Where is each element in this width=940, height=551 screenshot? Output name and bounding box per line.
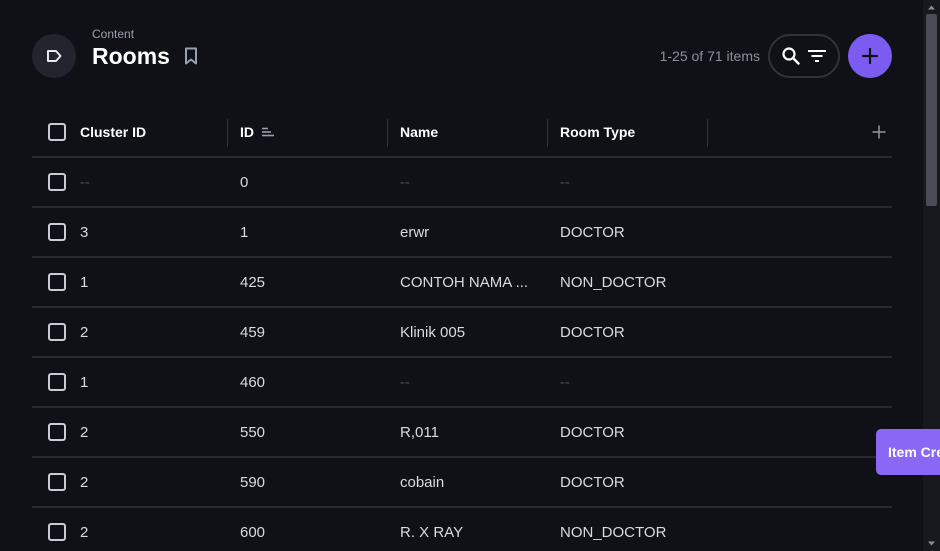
cell-id: 550 <box>240 423 266 441</box>
column-header-id[interactable]: ID <box>240 108 276 156</box>
cell-cluster-id: 2 <box>80 523 89 541</box>
column-resize-handle[interactable] <box>227 119 228 147</box>
row-select-cell <box>48 258 66 306</box>
cell-room-type: NON_DOCTOR <box>560 273 667 291</box>
column-header-cluster-id[interactable]: Cluster ID <box>80 108 146 156</box>
table-row[interactable]: 2 459 Klinik 005 DOCTOR <box>32 308 892 358</box>
row-select-cell <box>48 308 66 356</box>
search-icon <box>782 47 800 65</box>
header: Content Rooms 1-25 of 71 items <box>32 26 892 78</box>
column-header-room-type[interactable]: Room Type <box>560 108 635 156</box>
table-row[interactable]: 3 1 erwr DOCTOR <box>32 208 892 258</box>
cell-id: 459 <box>240 323 266 341</box>
scrollbar-thumb[interactable] <box>926 14 937 206</box>
row-select-cell <box>48 358 66 406</box>
cell-cluster-id: 3 <box>80 223 89 241</box>
column-resize-handle[interactable] <box>387 119 388 147</box>
select-all-checkbox[interactable] <box>48 123 66 141</box>
bookmark-button[interactable] <box>184 47 198 65</box>
cell-id: 460 <box>240 373 266 391</box>
row-select-cell <box>48 508 66 551</box>
search-button[interactable] <box>781 46 801 66</box>
page: Content Rooms 1-25 of 71 items Cluster I… <box>0 0 940 551</box>
row-checkbox[interactable] <box>48 373 66 391</box>
row-select-cell <box>48 158 66 206</box>
search-filter-group <box>768 34 840 78</box>
cell-id: 1 <box>240 223 249 241</box>
cell-room-type: NON_DOCTOR <box>560 523 667 541</box>
row-checkbox[interactable] <box>48 523 66 541</box>
table-row[interactable]: 2 550 R,011 DOCTOR <box>32 408 892 458</box>
scroll-down-icon[interactable] <box>927 539 936 548</box>
title-group: Content Rooms <box>92 27 198 70</box>
plus-icon <box>872 125 886 139</box>
cell-cluster-id: 1 <box>80 373 89 391</box>
item-created-toast[interactable]: Item Cre <box>876 429 940 475</box>
row-select-cell <box>48 408 66 456</box>
cell-id: 600 <box>240 523 266 541</box>
add-column-button[interactable] <box>872 108 886 156</box>
row-select-cell <box>48 208 66 256</box>
label-tag-icon <box>47 50 62 62</box>
cell-cluster-id: 2 <box>80 423 89 441</box>
table-row[interactable]: -- 0 -- -- <box>32 158 892 208</box>
bookmark-icon <box>184 47 197 65</box>
cell-name: Klinik 005 <box>400 323 466 341</box>
row-checkbox[interactable] <box>48 423 66 441</box>
cell-name: erwr <box>400 223 430 241</box>
plus-icon <box>861 47 879 65</box>
title-row: Rooms <box>92 42 198 70</box>
table-row[interactable]: 2 590 cobain DOCTOR <box>32 458 892 508</box>
cell-name: R,011 <box>400 423 439 441</box>
cell-cluster-id: 2 <box>80 323 89 341</box>
cell-cluster-id: 1 <box>80 273 89 291</box>
cell-room-type: DOCTOR <box>560 323 625 341</box>
cell-cluster-id: 2 <box>80 473 89 491</box>
cell-room-type: -- <box>560 373 570 391</box>
cell-name: -- <box>400 373 410 391</box>
cell-room-type: -- <box>560 173 570 191</box>
column-header-name[interactable]: Name <box>400 108 438 156</box>
cell-name: -- <box>400 173 410 191</box>
table-row[interactable]: 2 600 R. X RAY NON_DOCTOR <box>32 508 892 551</box>
column-header-id-label: ID <box>240 124 254 140</box>
filter-icon <box>808 50 827 62</box>
scroll-up-icon[interactable] <box>927 3 936 12</box>
cell-id: 425 <box>240 273 266 291</box>
item-count: 1-25 of 71 items <box>659 48 760 64</box>
cell-name: R. X RAY <box>400 523 464 541</box>
cell-name: CONTOH NAMA ... <box>400 273 529 291</box>
row-checkbox[interactable] <box>48 223 66 241</box>
cell-cluster-id: -- <box>80 173 90 191</box>
rooms-table: Cluster ID ID Name Room Type -- 0 -- -- … <box>32 108 892 551</box>
row-checkbox[interactable] <box>48 473 66 491</box>
table-row[interactable]: 1 460 -- -- <box>32 358 892 408</box>
cell-room-type: DOCTOR <box>560 473 625 491</box>
select-all-cell <box>48 108 66 156</box>
row-checkbox[interactable] <box>48 273 66 291</box>
sort-icon <box>262 127 274 137</box>
page-title: Rooms <box>92 43 170 69</box>
table-header: Cluster ID ID Name Room Type <box>32 108 892 158</box>
row-checkbox[interactable] <box>48 323 66 341</box>
row-checkbox[interactable] <box>48 173 66 191</box>
table-row[interactable]: 1 425 CONTOH NAMA ... NON_DOCTOR <box>32 258 892 308</box>
row-select-cell <box>48 458 66 506</box>
cell-room-type: DOCTOR <box>560 223 625 241</box>
cell-id: 0 <box>240 173 249 191</box>
cell-name: cobain <box>400 473 445 491</box>
breadcrumb[interactable]: Content <box>92 27 198 41</box>
column-resize-handle[interactable] <box>707 119 708 147</box>
filter-button[interactable] <box>807 48 827 64</box>
header-actions: 1-25 of 71 items <box>660 34 892 78</box>
column-resize-handle[interactable] <box>547 119 548 147</box>
cell-room-type: DOCTOR <box>560 423 625 441</box>
collection-nav-button[interactable] <box>32 34 76 78</box>
create-item-button[interactable] <box>848 34 892 78</box>
cell-id: 590 <box>240 473 266 491</box>
table-body: -- 0 -- -- 3 1 erwr DOCTOR 1 425 CONTOH NAMA ... NO… <box>32 158 892 551</box>
